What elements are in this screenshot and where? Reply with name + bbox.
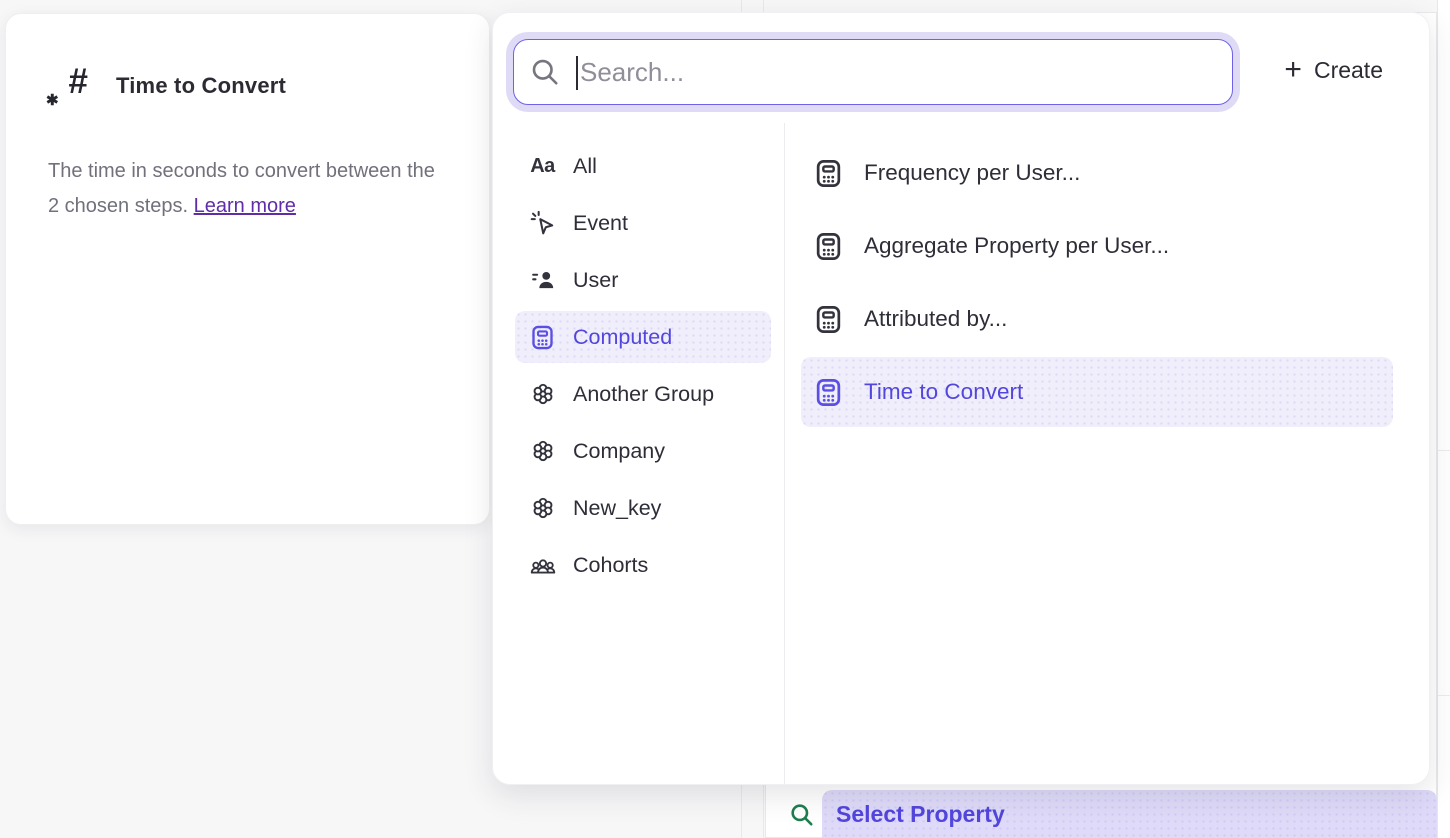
- result-label: Time to Convert: [864, 379, 1023, 405]
- create-button-label: Create: [1314, 57, 1383, 84]
- property-picker-panel: + Create Aa All Event: [492, 12, 1430, 785]
- user-icon: [529, 267, 556, 294]
- calculator-icon: [813, 304, 844, 335]
- right-panel-edge: [1437, 0, 1450, 838]
- calculator-icon: [813, 231, 844, 262]
- category-list: Aa All Event: [515, 140, 771, 591]
- result-label: Frequency per User...: [864, 160, 1080, 186]
- results-list: Frequency per User... Aggregate Property…: [801, 138, 1393, 427]
- category-label: New_key: [573, 496, 661, 521]
- search-icon: [530, 57, 560, 87]
- divider: [1438, 450, 1450, 451]
- text-format-icon: Aa: [529, 153, 556, 180]
- create-button[interactable]: + Create: [1284, 55, 1383, 85]
- divider: [1438, 695, 1450, 696]
- category-label: All: [573, 154, 597, 179]
- star-glyph: ✱: [46, 93, 59, 108]
- result-frequency-per-user[interactable]: Frequency per User...: [801, 138, 1393, 208]
- category-event[interactable]: Event: [515, 197, 771, 249]
- group-icon: [529, 438, 556, 465]
- learn-more-link[interactable]: Learn more: [194, 195, 296, 217]
- category-new-key[interactable]: New_key: [515, 482, 771, 534]
- result-aggregate-property-per-user[interactable]: Aggregate Property per User...: [801, 211, 1393, 281]
- category-label: Company: [573, 439, 665, 464]
- category-label: User: [573, 268, 618, 293]
- tooltip-header: # ✱ Time to Convert: [46, 64, 286, 108]
- search-icon: [789, 802, 815, 828]
- calculator-icon: [529, 324, 556, 351]
- result-time-to-convert[interactable]: Time to Convert: [801, 357, 1393, 427]
- group-icon: [529, 381, 556, 408]
- group-icon: [529, 495, 556, 522]
- category-user[interactable]: User: [515, 254, 771, 306]
- divider: [784, 123, 785, 784]
- tooltip-title: Time to Convert: [116, 73, 286, 99]
- category-computed[interactable]: Computed: [515, 311, 771, 363]
- property-tooltip-card: # ✱ Time to Convert The time in seconds …: [5, 13, 490, 525]
- category-company[interactable]: Company: [515, 425, 771, 477]
- result-attributed-by[interactable]: Attributed by...: [801, 284, 1393, 354]
- category-cohorts[interactable]: Cohorts: [515, 539, 771, 591]
- result-label: Attributed by...: [864, 306, 1007, 332]
- text-caret: [576, 56, 578, 90]
- category-label: Cohorts: [573, 553, 648, 578]
- category-label: Computed: [573, 325, 672, 350]
- calculator-icon: [813, 158, 844, 189]
- search-input[interactable]: [560, 40, 1232, 104]
- numeric-property-icon: # ✱: [46, 64, 88, 108]
- result-label: Aggregate Property per User...: [864, 233, 1169, 259]
- cohorts-icon: [529, 552, 556, 579]
- select-property-label: Select Property: [836, 801, 1005, 828]
- calculator-icon: [813, 377, 844, 408]
- category-label: Event: [573, 211, 628, 236]
- event-click-icon: [529, 210, 556, 237]
- tooltip-description: The time in seconds to convert between t…: [48, 154, 448, 224]
- hash-glyph: #: [69, 64, 88, 99]
- select-property-field[interactable]: Select Property: [822, 790, 1437, 838]
- category-label: Another Group: [573, 382, 714, 407]
- category-another-group[interactable]: Another Group: [515, 368, 771, 420]
- search-box: [513, 39, 1233, 105]
- plus-icon: +: [1284, 55, 1302, 85]
- category-all[interactable]: Aa All: [515, 140, 771, 192]
